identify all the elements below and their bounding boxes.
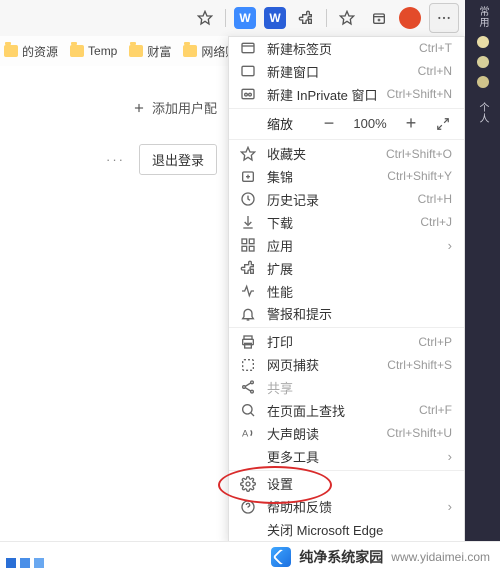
bell-icon xyxy=(239,305,257,323)
menu-new-inprivate[interactable]: 新建 InPrivate 窗口 Ctrl+Shift+N xyxy=(229,83,464,106)
read-aloud-icon: A xyxy=(239,424,257,442)
zoom-in-button[interactable]: + xyxy=(400,113,422,135)
menu-collections[interactable]: 集锦 Ctrl+Shift+Y xyxy=(229,165,464,188)
inprivate-icon xyxy=(239,85,257,103)
bookmark-folder[interactable]: 的资源 xyxy=(4,43,58,60)
extensions-icon[interactable] xyxy=(294,6,318,30)
zoom-label: 缩放 xyxy=(267,114,293,133)
menu-more-tools[interactable]: 更多工具 › xyxy=(229,445,464,468)
menu-close-edge[interactable]: 关闭 Microsoft Edge xyxy=(229,518,464,541)
menu-find[interactable]: 在页面上查找 Ctrl+F xyxy=(229,399,464,422)
puzzle-icon xyxy=(239,259,257,277)
menu-settings[interactable]: 设置 xyxy=(229,472,464,495)
menu-help[interactable]: 帮助和反馈 › xyxy=(229,495,464,518)
menu-new-window[interactable]: 新建窗口 Ctrl+N xyxy=(229,60,464,83)
add-profile-row[interactable]: 添加用户配 xyxy=(0,98,229,117)
menu-favorites[interactable]: 收藏夹 Ctrl+Shift+O xyxy=(229,142,464,165)
extension-badge-1[interactable]: W xyxy=(234,7,256,29)
toolbar-separator xyxy=(225,9,226,27)
blank-icon xyxy=(239,521,257,539)
extension-badge-2[interactable]: W xyxy=(264,7,286,29)
blank-icon xyxy=(239,447,257,465)
bookmark-folder[interactable]: 财富 xyxy=(129,43,171,60)
folder-icon xyxy=(4,45,18,57)
favorites-icon[interactable] xyxy=(335,6,359,30)
sidebar-dot-icon[interactable] xyxy=(477,76,489,88)
logout-button[interactable]: 退出登录 xyxy=(139,144,217,175)
bookmark-folder[interactable]: Temp xyxy=(70,44,117,58)
svg-text:A: A xyxy=(242,429,249,439)
search-icon xyxy=(239,401,257,419)
menu-print[interactable]: 打印 Ctrl+P xyxy=(229,330,464,353)
taskbar-fragment xyxy=(6,558,44,568)
printer-icon xyxy=(239,333,257,351)
menu-new-tab[interactable]: 新建标签页 Ctrl+T xyxy=(229,37,464,60)
add-profile-label: 添加用户配 xyxy=(152,98,217,117)
brand-logo-icon xyxy=(271,547,291,567)
menu-separator xyxy=(229,139,464,140)
menu-alerts[interactable]: 警报和提示 xyxy=(229,303,464,326)
browser-toolbar: W W xyxy=(0,0,465,37)
brand-name: 纯净系统家园 xyxy=(299,547,383,567)
help-icon xyxy=(239,498,257,516)
menu-separator xyxy=(229,327,464,328)
download-icon xyxy=(239,213,257,231)
history-icon xyxy=(239,190,257,208)
menu-extensions[interactable]: 扩展 xyxy=(229,257,464,280)
collections-icon[interactable] xyxy=(367,6,391,30)
new-tab-icon xyxy=(239,39,257,57)
star-icon xyxy=(239,145,257,163)
folder-icon xyxy=(70,45,84,57)
folder-icon xyxy=(129,45,143,57)
app-menu: 新建标签页 Ctrl+T 新建窗口 Ctrl+N 新建 InPrivate 窗口… xyxy=(228,36,465,542)
toolbar-separator xyxy=(326,9,327,27)
pulse-icon xyxy=(239,282,257,300)
menu-web-capture[interactable]: 网页捕获 Ctrl+Shift+S xyxy=(229,353,464,376)
profile-avatar[interactable] xyxy=(399,7,421,29)
more-options-icon[interactable]: ··· xyxy=(106,152,125,167)
menu-separator xyxy=(229,108,464,109)
menu-apps[interactable]: 应用 › xyxy=(229,234,464,257)
window-icon xyxy=(239,62,257,80)
edge-sidebar: 常用 个人 xyxy=(465,0,500,542)
chevron-right-icon: › xyxy=(448,449,452,464)
apps-icon xyxy=(239,236,257,254)
sidebar-label[interactable]: 常用 xyxy=(475,6,490,28)
menu-zoom: 缩放 − 100% + xyxy=(229,110,464,137)
menu-performance[interactable]: 性能 xyxy=(229,280,464,303)
sidebar-dot-icon[interactable] xyxy=(477,56,489,68)
menu-share: 共享 xyxy=(229,376,464,399)
fullscreen-button[interactable] xyxy=(432,113,454,135)
gear-icon xyxy=(239,475,257,493)
watermark-bar: 纯净系统家园 www.yidaimei.com xyxy=(0,541,500,572)
brand-url: www.yidaimei.com xyxy=(391,550,490,564)
app-menu-button[interactable] xyxy=(429,3,459,33)
menu-read-aloud[interactable]: A 大声朗读 Ctrl+Shift+U xyxy=(229,422,464,445)
chevron-right-icon: › xyxy=(448,238,452,253)
collections-icon xyxy=(239,167,257,185)
zoom-value: 100% xyxy=(350,116,390,131)
menu-history[interactable]: 历史记录 Ctrl+H xyxy=(229,188,464,211)
menu-separator xyxy=(229,470,464,471)
capture-icon xyxy=(239,356,257,374)
zoom-out-button[interactable]: − xyxy=(318,113,340,135)
share-icon xyxy=(239,378,257,396)
sidebar-label[interactable]: 个人 xyxy=(475,102,490,124)
sidebar-dot-icon[interactable] xyxy=(477,36,489,48)
folder-icon xyxy=(183,45,197,57)
menu-downloads[interactable]: 下载 Ctrl+J xyxy=(229,211,464,234)
favorite-star-outline-icon[interactable] xyxy=(193,6,217,30)
chevron-right-icon: › xyxy=(448,499,452,514)
